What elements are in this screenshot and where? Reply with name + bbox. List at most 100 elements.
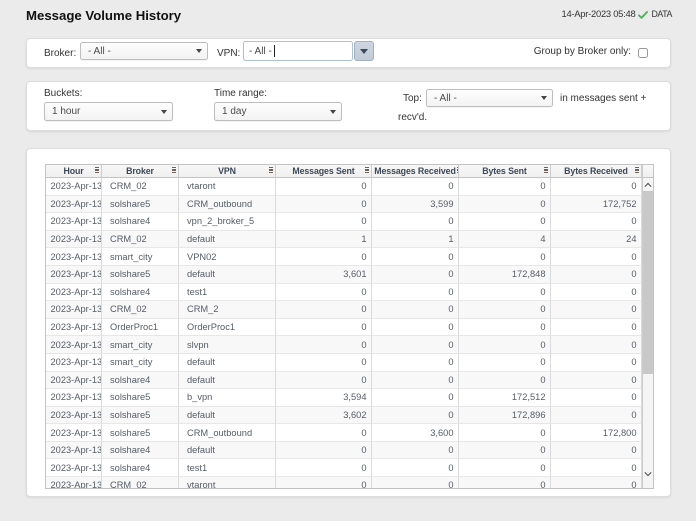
cell-bytes-received: 0 <box>551 442 642 460</box>
cell-messages-sent: 0 <box>276 459 372 477</box>
table-row[interactable]: 2023-Apr-13 0solshare4test10000 <box>46 459 642 477</box>
cell-vpn: default <box>179 442 276 460</box>
group-by-checkbox[interactable] <box>638 48 648 58</box>
cell-messages-sent: 0 <box>276 354 372 372</box>
cell-bytes-received: 0 <box>551 284 642 302</box>
cell-vpn: default <box>179 407 276 425</box>
cell-bytes-sent: 0 <box>459 284 551 302</box>
column-menu-icon[interactable] <box>544 167 548 175</box>
cell-broker: smart_city <box>102 248 179 266</box>
cell-broker: solshare5 <box>102 389 179 407</box>
buckets-select[interactable]: 1 hour <box>44 102 173 121</box>
column-header-bytes-received[interactable]: Bytes Received <box>551 165 642 178</box>
table-row[interactable]: 2023-Apr-13 0smart_cityVPN020000 <box>46 248 642 266</box>
cell-vpn: vtaront <box>179 477 276 489</box>
column-menu-icon[interactable] <box>172 167 176 175</box>
table-row[interactable]: 2023-Apr-13 0solshare4vpn_2_broker_50000 <box>46 213 642 231</box>
cell-broker: smart_city <box>102 336 179 354</box>
chevron-down-icon <box>644 469 651 476</box>
cell-bytes-received: 0 <box>551 178 642 196</box>
table-row[interactable]: 2023-Apr-13 0solshare5default3,6010172,8… <box>46 266 642 284</box>
page-title: Message Volume History <box>26 8 181 23</box>
column-menu-icon[interactable] <box>95 167 99 175</box>
column-header-messages-received[interactable]: Messages Received <box>372 165 459 178</box>
table-row[interactable]: 2023-Apr-13 0smart_cityslvpn0000 <box>46 336 642 354</box>
cell-bytes-received: 0 <box>551 477 642 489</box>
cell-broker: solshare4 <box>102 372 179 390</box>
table-row[interactable]: 2023-Apr-13 0solshare5b_vpn3,5940172,512… <box>46 389 642 407</box>
cell-hour: 2023-Apr-13 0 <box>46 284 102 302</box>
table-row[interactable]: 2023-Apr-13 0smart_citydefault0000 <box>46 354 642 372</box>
filter-bar-primary: Broker: - All - VPN: Group by Broker onl… <box>26 38 671 68</box>
cell-messages-received: 0 <box>372 389 459 407</box>
column-menu-icon[interactable] <box>365 167 369 175</box>
cell-hour: 2023-Apr-13 0 <box>46 301 102 319</box>
vpn-combobox <box>243 41 375 61</box>
vpn-input[interactable] <box>243 41 353 61</box>
table-row[interactable]: 2023-Apr-13 0OrderProc1OrderProc10000 <box>46 319 642 337</box>
column-header-broker[interactable]: Broker <box>102 165 179 178</box>
cell-messages-received: 0 <box>372 407 459 425</box>
cell-hour: 2023-Apr-13 0 <box>46 319 102 337</box>
column-header-label: Broker <box>126 166 154 176</box>
status-line: 14-Apr-2023 05:48 DATA <box>562 8 673 19</box>
cell-messages-sent: 3,601 <box>276 266 372 284</box>
broker-select[interactable]: - All - <box>80 42 208 60</box>
top-select[interactable]: - All - <box>426 89 553 107</box>
cell-vpn: test1 <box>179 284 276 302</box>
table-row[interactable]: 2023-Apr-13 0CRM_02vtaront0000 <box>46 178 642 196</box>
column-header-messages-sent[interactable]: Messages Sent <box>276 165 372 178</box>
cell-hour: 2023-Apr-13 0 <box>46 248 102 266</box>
cell-bytes-sent: 172,512 <box>459 389 551 407</box>
column-header-bytes-sent[interactable]: Bytes Sent <box>459 165 551 178</box>
cell-vpn: vtaront <box>179 178 276 196</box>
table-row[interactable]: 2023-Apr-13 0solshare5default3,6020172,8… <box>46 407 642 425</box>
cell-bytes-received: 0 <box>551 301 642 319</box>
cell-broker: CRM_02 <box>102 477 179 489</box>
cell-hour: 2023-Apr-13 0 <box>46 336 102 354</box>
table-row[interactable]: 2023-Apr-13 0CRM_02default11424 <box>46 231 642 249</box>
cell-vpn: CRM_2 <box>179 301 276 319</box>
table-row[interactable]: 2023-Apr-13 0CRM_02CRM_20000 <box>46 301 642 319</box>
buckets-select-value: 1 hour <box>52 106 80 117</box>
table-panel: Hour Broker VPN Messages SentMessages Recei… <box>26 148 671 497</box>
time-range-select[interactable]: 1 day <box>214 102 342 121</box>
cell-bytes-received: 0 <box>551 319 642 337</box>
scroll-down-button[interactable] <box>643 467 653 481</box>
cell-bytes-sent: 0 <box>459 178 551 196</box>
cell-hour: 2023-Apr-13 0 <box>46 477 102 489</box>
cell-broker: solshare5 <box>102 424 179 442</box>
cell-bytes-received: 0 <box>551 266 642 284</box>
stats-table-container: Hour Broker VPN Messages SentMessages Recei… <box>45 164 654 489</box>
cell-messages-sent: 0 <box>276 319 372 337</box>
cell-broker: smart_city <box>102 354 179 372</box>
column-header-label: VPN <box>218 166 236 176</box>
table-row[interactable]: 2023-Apr-13 0solshare4default0000 <box>46 442 642 460</box>
table-row[interactable]: 2023-Apr-13 0solshare4test10000 <box>46 284 642 302</box>
vertical-scrollbar[interactable] <box>642 165 653 488</box>
table-row[interactable]: 2023-Apr-13 0CRM_02vtaront0000 <box>46 477 642 489</box>
cell-messages-received: 0 <box>372 354 459 372</box>
cell-broker: CRM_02 <box>102 178 179 196</box>
cell-bytes-sent: 172,848 <box>459 266 551 284</box>
column-header-vpn[interactable]: VPN <box>179 165 276 178</box>
column-menu-icon[interactable] <box>269 167 273 175</box>
cell-hour: 2023-Apr-13 0 <box>46 442 102 460</box>
cell-messages-received: 0 <box>372 336 459 354</box>
broker-select-value: - All - <box>88 46 111 57</box>
cell-bytes-sent: 0 <box>459 301 551 319</box>
cell-messages-sent: 0 <box>276 178 372 196</box>
scrollbar-thumb[interactable] <box>643 191 653 374</box>
cell-broker: CRM_02 <box>102 231 179 249</box>
column-header-hour[interactable]: Hour <box>46 165 102 178</box>
column-menu-icon[interactable] <box>635 167 639 175</box>
table-row[interactable]: 2023-Apr-13 0solshare4default0000 <box>46 372 642 390</box>
chevron-down-icon <box>161 110 167 114</box>
vpn-dropdown-button[interactable] <box>354 41 374 61</box>
cell-broker: solshare5 <box>102 196 179 214</box>
table-row[interactable]: 2023-Apr-13 0solshare5CRM_outbound03,599… <box>46 196 642 214</box>
time-range-label: Time range: <box>214 88 267 99</box>
table-row[interactable]: 2023-Apr-13 0solshare5CRM_outbound03,600… <box>46 424 642 442</box>
cell-vpn: default <box>179 231 276 249</box>
cell-vpn: default <box>179 372 276 390</box>
